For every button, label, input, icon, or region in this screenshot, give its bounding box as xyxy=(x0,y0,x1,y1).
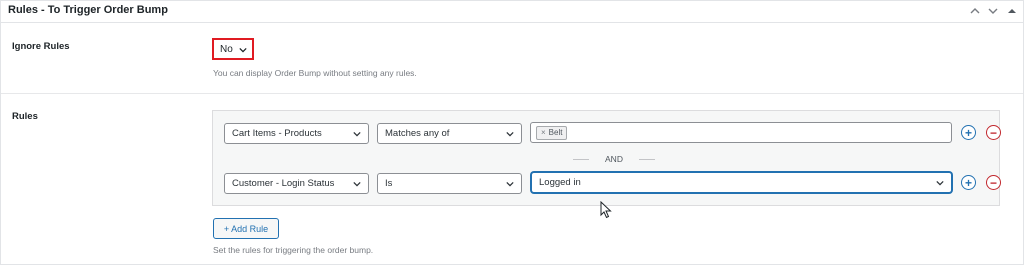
caret-up-icon[interactable] xyxy=(1004,3,1020,19)
chevron-down-icon[interactable] xyxy=(985,3,1001,19)
mouse-cursor-icon xyxy=(600,201,612,219)
chevron-up-icon[interactable] xyxy=(967,3,983,19)
chevron-down-icon xyxy=(239,47,247,53)
rule-1-operator-value: Matches any of xyxy=(385,128,450,139)
chevron-down-icon xyxy=(353,131,361,137)
add-condition-icon[interactable]: + xyxy=(961,175,976,190)
rule-2-value-select[interactable]: Logged in xyxy=(531,172,952,193)
chevron-down-icon xyxy=(506,181,514,187)
ignore-rules-select-value: No xyxy=(220,43,233,55)
remove-condition-icon[interactable]: − xyxy=(986,175,1001,190)
rules-panel: Rules - To Trigger Order Bump Ignore Rul… xyxy=(0,0,1024,265)
rule-1-field-select[interactable]: Cart Items - Products xyxy=(224,123,369,144)
panel-header: Rules - To Trigger Order Bump xyxy=(1,1,1023,23)
rule-1-field-value: Cart Items - Products xyxy=(232,128,322,139)
and-divider-line xyxy=(573,158,589,160)
rule-2-value: Logged in xyxy=(539,177,581,188)
add-rule-button[interactable]: + Add Rule xyxy=(213,218,279,239)
rule-1-tag-label: Belt xyxy=(548,128,563,137)
and-connector: AND xyxy=(573,153,655,165)
ignore-rules-description: You can display Order Bump without setti… xyxy=(213,68,417,78)
and-divider-line xyxy=(638,158,655,160)
rule-2-operator-value: Is xyxy=(385,178,393,189)
add-condition-icon[interactable]: + xyxy=(961,125,976,140)
chevron-down-icon xyxy=(936,180,944,186)
ignore-rules-select[interactable]: No xyxy=(212,38,254,60)
chevron-down-icon xyxy=(506,131,514,137)
rule-1-operator-select[interactable]: Matches any of xyxy=(377,123,522,144)
rules-description: Set the rules for triggering the order b… xyxy=(213,245,374,255)
remove-condition-icon[interactable]: − xyxy=(986,125,1001,140)
panel-title: Rules - To Trigger Order Bump xyxy=(8,4,168,16)
ignore-rules-label: Ignore Rules xyxy=(12,41,70,52)
rule-2-field-value: Customer - Login Status xyxy=(232,178,335,189)
tag-remove-icon[interactable]: × xyxy=(541,128,546,137)
rule-1-value-tagfield[interactable]: × Belt xyxy=(530,122,952,143)
rules-label: Rules xyxy=(12,111,38,122)
rule-2-field-select[interactable]: Customer - Login Status xyxy=(224,173,369,194)
rule-2-operator-select[interactable]: Is xyxy=(377,173,522,194)
rule-1-tag: × Belt xyxy=(536,125,568,140)
and-label: AND xyxy=(605,154,623,164)
section-divider xyxy=(1,93,1023,94)
chevron-down-icon xyxy=(353,181,361,187)
